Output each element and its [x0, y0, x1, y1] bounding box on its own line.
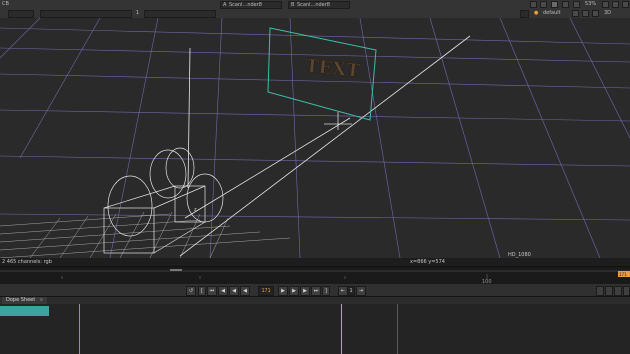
dope-keyframe-line: [79, 304, 80, 354]
settings-icon[interactable]: [623, 286, 630, 296]
wipe-icon[interactable]: [572, 10, 579, 17]
input-b-value: Scanl...nder8: [297, 2, 330, 8]
next-key-icon[interactable]: ▶: [300, 286, 310, 296]
input-a-value: Scanl...nder8: [229, 2, 262, 8]
dope-sheet-body[interactable]: [0, 304, 630, 354]
channel-dropdown[interactable]: [8, 10, 34, 18]
input-b-dropdown[interactable]: B Scanl...nder8: [288, 1, 350, 9]
overlay-icon[interactable]: [530, 1, 537, 8]
out-point-icon[interactable]: ]: [322, 286, 330, 296]
local-grid: [0, 211, 291, 258]
grid-icon[interactable]: [562, 1, 569, 8]
end-frame: 171: [619, 272, 627, 277]
ip-button[interactable]: [520, 10, 529, 18]
timeline[interactable]: 100 171 ↺ [ ⏮ ◀ ◀ ◀ 171 ▶ ▶ ▶ ⏭ ] ⇤ 1 ⇥: [0, 266, 630, 297]
lock-icon[interactable]: [622, 1, 629, 8]
view-range-icon[interactable]: [614, 286, 622, 296]
dope-track-bar[interactable]: [0, 306, 49, 316]
last-frame-icon[interactable]: ⏭: [311, 286, 321, 296]
input-a-dropdown[interactable]: A Scanl...nder8: [220, 1, 282, 9]
current-frame-field[interactable]: 171: [258, 286, 274, 296]
clip-warning-icon[interactable]: [551, 1, 558, 8]
view-mode[interactable]: 3D: [604, 10, 611, 16]
cursor-coords: x=866 y=574: [410, 259, 445, 265]
dope-sheet-label: Dope Sheet: [6, 297, 36, 303]
in-point-icon[interactable]: [: [198, 286, 206, 296]
viewer-info-bar: 2 465 channels: rgb x=866 y=574: [0, 258, 630, 266]
viewer-3d-viewport[interactable]: TEXT z HD_1080: [0, 18, 630, 258]
scene-canvas: TEXT z HD_1080: [0, 18, 630, 258]
roi-icon[interactable]: [540, 1, 547, 8]
gain-field[interactable]: [144, 10, 216, 18]
ruler-tick-100: 100: [482, 279, 492, 283]
zoom-level[interactable]: 53%: [585, 1, 596, 7]
range-slider[interactable]: [170, 269, 182, 271]
layer-dropdown[interactable]: [40, 10, 132, 18]
skip-forward-icon[interactable]: ⇥: [356, 286, 366, 296]
pause-icon[interactable]: [602, 1, 609, 8]
lut-icon: ●: [534, 10, 539, 16]
close-icon[interactable]: x: [40, 297, 43, 303]
tab-dope-sheet[interactable]: Dope Sheet x: [2, 297, 47, 304]
audio-icon[interactable]: [596, 286, 604, 296]
increment-field[interactable]: 1: [347, 286, 355, 296]
rotate-icon[interactable]: [582, 10, 589, 17]
overlay-toggle-icon[interactable]: [612, 1, 619, 8]
gain-value[interactable]: 1: [136, 10, 139, 16]
input-b-label: B: [291, 2, 295, 8]
prev-key-icon[interactable]: ◀: [218, 286, 228, 296]
play-forward-icon[interactable]: ▶: [278, 286, 288, 296]
camera-icon[interactable]: [592, 10, 599, 17]
card-text: TEXT: [304, 55, 361, 82]
step-forward-icon[interactable]: ▶: [289, 286, 299, 296]
channel-label: CB: [2, 1, 9, 7]
first-frame-icon[interactable]: ⏮: [207, 286, 217, 296]
step-back-icon[interactable]: ◀: [229, 286, 239, 296]
ground-grid: [0, 18, 630, 258]
keyframe-icon[interactable]: [605, 286, 613, 296]
crosshair-icon: [324, 112, 352, 130]
frame-ruler[interactable]: 100 171: [0, 267, 630, 283]
mask-icon[interactable]: [573, 1, 580, 8]
play-backward-icon[interactable]: ◀: [240, 286, 250, 296]
loop-icon[interactable]: ↺: [186, 286, 196, 296]
axis-label: z: [194, 207, 197, 213]
dope-range-end-line: [397, 304, 398, 354]
viewer-toolbar: CB 1 A Scanl...nder8 B Scanl...nder8 53%…: [0, 0, 630, 19]
dope-playhead-line[interactable]: [341, 304, 342, 354]
lut-value[interactable]: default: [543, 10, 561, 16]
channels-info: 2 465 channels: rgb: [2, 259, 52, 265]
input-a-label: A: [223, 2, 227, 8]
